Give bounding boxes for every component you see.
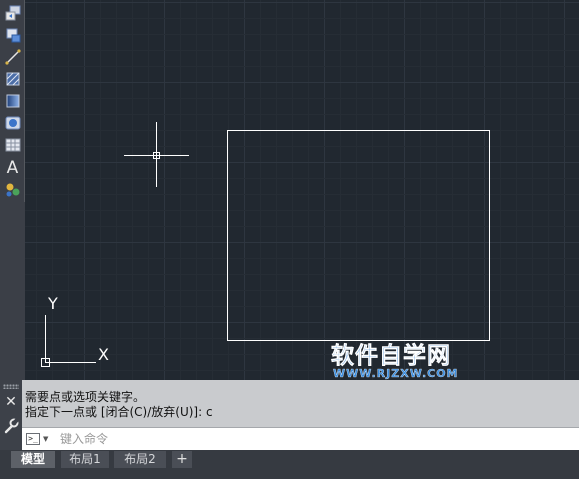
make-block-button[interactable] bbox=[2, 25, 23, 45]
ucs-y-label: Y bbox=[47, 294, 58, 313]
crosshair-cursor bbox=[124, 122, 189, 187]
add-selected-button[interactable] bbox=[2, 180, 23, 200]
command-line-panel: ✕ 需要点或选项关键字。 指定下一点或 [闭合(C)/放弃(U)]: c >_ … bbox=[0, 380, 579, 450]
toolbar-dock-strip bbox=[0, 202, 25, 380]
drag-grip-icon[interactable] bbox=[3, 384, 19, 389]
table-button[interactable] bbox=[2, 135, 23, 155]
command-history-line: 需要点或选项关键字。 bbox=[25, 390, 146, 404]
table-icon bbox=[5, 138, 20, 152]
multiline-text-button[interactable]: A bbox=[2, 158, 23, 178]
ucs-icon: Y X bbox=[41, 294, 109, 367]
watermark-url: WWW.RJZXW.COM bbox=[333, 367, 459, 380]
line-icon bbox=[4, 49, 21, 65]
command-history: 需要点或选项关键字。 指定下一点或 [闭合(C)/放弃(U)]: c bbox=[25, 390, 213, 420]
drawing-canvas[interactable]: Y X A 软件自学网 WWW.RJZXW.COM bbox=[0, 0, 579, 380]
close-icon[interactable]: ✕ bbox=[4, 395, 18, 409]
tab-layout1[interactable]: 布局1 bbox=[61, 451, 109, 468]
line-button[interactable] bbox=[2, 47, 23, 67]
make-block-icon bbox=[6, 28, 20, 43]
region-button[interactable] bbox=[2, 113, 23, 133]
hatch-button[interactable] bbox=[2, 69, 23, 89]
add-selected-icon bbox=[6, 183, 19, 197]
tab-model[interactable]: 模型 bbox=[11, 451, 55, 468]
gradient-icon bbox=[6, 94, 19, 108]
command-line-sidebar: ✕ bbox=[0, 380, 22, 450]
ucs-x-label: X bbox=[98, 345, 109, 364]
region-icon bbox=[5, 116, 20, 130]
tab-layout2[interactable]: 布局2 bbox=[114, 451, 166, 468]
watermark-logo: 软件自学网 WWW.RJZXW.COM bbox=[331, 340, 481, 380]
insert-block-icon bbox=[5, 5, 20, 21]
layout-tab-bar: 模型 布局1 布局2 + bbox=[0, 450, 579, 479]
customize-wrench-icon[interactable] bbox=[3, 418, 19, 434]
add-layout-button[interactable]: + bbox=[172, 451, 192, 468]
watermark-title: 软件自学网 bbox=[331, 343, 451, 370]
draw-toolbar: A bbox=[0, 0, 25, 202]
gradient-button[interactable] bbox=[2, 91, 23, 111]
drawn-rectangle[interactable] bbox=[227, 130, 490, 341]
drawing-layer: Y X bbox=[41, 122, 490, 367]
hatch-icon bbox=[6, 72, 19, 86]
command-prompt-icon: >_ bbox=[26, 432, 40, 445]
command-input-row: >_ ▼ bbox=[22, 427, 579, 450]
command-input[interactable] bbox=[60, 430, 560, 447]
insert-block-button[interactable] bbox=[2, 3, 23, 23]
recent-commands-button[interactable]: >_ ▼ bbox=[26, 431, 52, 446]
multiline-text-icon: A bbox=[6, 158, 19, 178]
command-history-line: 指定下一点或 [闭合(C)/放弃(U)]: c bbox=[25, 405, 213, 419]
chevron-down-icon: ▼ bbox=[43, 434, 49, 443]
